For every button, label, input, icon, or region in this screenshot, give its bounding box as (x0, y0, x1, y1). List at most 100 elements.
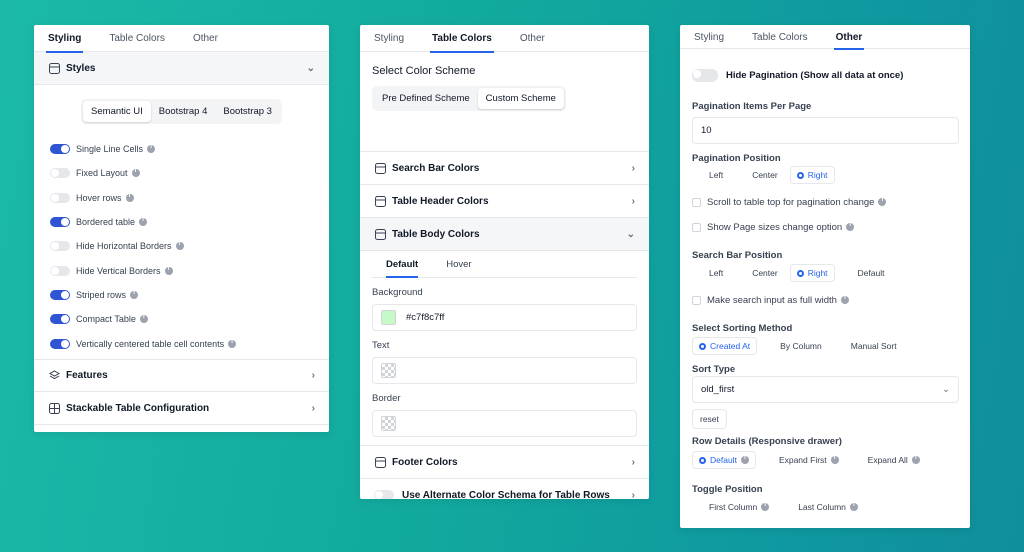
sort-manual-option[interactable]: Manual Sort (834, 338, 903, 354)
chevron-down-icon: ⌄ (942, 384, 950, 395)
search-right-option[interactable]: Right (789, 264, 835, 282)
tab-default[interactable]: Default (386, 251, 419, 278)
framework-bootstrap-3[interactable]: Bootstrap 3 (215, 101, 280, 122)
tab-styling[interactable]: Styling (694, 25, 738, 49)
table-icon (374, 228, 386, 240)
text-swatch[interactable] (381, 363, 396, 378)
info-icon (139, 314, 148, 324)
text-color-field[interactable] (372, 357, 637, 384)
sort-type-select[interactable]: old_first ⌄ (692, 376, 959, 403)
info-icon (846, 222, 855, 231)
framework-selector-row: Semantic UI Bootstrap 4 Bootstrap 3 (34, 85, 329, 137)
alternate-colors-section[interactable]: Use Alternate Color Schema for Table Row… (360, 479, 649, 499)
border-swatch[interactable] (381, 416, 396, 431)
features-label: Features (66, 370, 108, 381)
framework-semantic-ui[interactable]: Semantic UI (83, 100, 151, 122)
style-toggle-row[interactable]: Fixed Layout (34, 161, 329, 185)
toggle-switch[interactable] (50, 168, 70, 179)
tab-styling[interactable]: Styling (374, 25, 418, 52)
toggle-label: Hover rows (76, 192, 122, 203)
background-color-field[interactable]: #c7f8c7ff (372, 304, 637, 331)
tab-bar: Styling Table Colors Other (360, 25, 649, 53)
items-per-page-value: 10 (701, 125, 712, 136)
style-toggle-row[interactable]: Hover rows (34, 186, 329, 210)
sort-created-at-option[interactable]: Created At (692, 337, 758, 355)
row-details-label: Row Details (Responsive drawer) (692, 436, 842, 447)
row-details-expand-all-option[interactable]: Expand All (851, 452, 926, 468)
search-bar-colors-label: Search Bar Colors (392, 162, 480, 174)
sort-type-label: Sort Type (692, 364, 736, 375)
style-toggle-row[interactable]: Compact Table (34, 307, 329, 331)
toggle-switch[interactable] (50, 289, 70, 300)
toggle-first-column-option[interactable]: First Column (692, 499, 775, 515)
tab-other[interactable]: Other (193, 25, 232, 52)
alternate-colors-toggle[interactable] (374, 490, 394, 499)
border-color-field[interactable] (372, 410, 637, 437)
style-toggle-row[interactable]: Hide Vertical Borders (34, 258, 329, 282)
row-details-default-option[interactable]: Default (692, 451, 756, 469)
toggle-switch[interactable] (50, 314, 70, 325)
page-sizes-checkbox[interactable] (692, 222, 701, 232)
search-bar-colors-section[interactable]: Search Bar Colors › (360, 152, 649, 185)
pagination-center-option[interactable]: Center (735, 167, 784, 183)
style-toggle-row[interactable]: Hide Horizontal Borders (34, 234, 329, 258)
sort-by-column-option[interactable]: By Column (763, 338, 828, 354)
toggle-switch[interactable] (50, 265, 70, 276)
features-section[interactable]: Features › (34, 359, 329, 392)
full-width-checkbox[interactable] (692, 295, 701, 305)
toggle-switch[interactable] (50, 217, 70, 228)
scheme-predefined[interactable]: Pre Defined Scheme (374, 88, 478, 109)
row-details-expand-first-option[interactable]: Expand First (762, 452, 845, 468)
full-width-option[interactable]: Make search input as full width (680, 290, 849, 310)
chevron-down-icon: ⌄ (626, 228, 635, 240)
background-label: Background (372, 287, 423, 298)
text-label: Text (372, 340, 390, 351)
styles-section-header[interactable]: Styles ⌄ (34, 52, 329, 85)
info-icon (131, 168, 140, 178)
toggle-label: Hide Vertical Borders (76, 265, 161, 276)
search-default-option[interactable]: Default (841, 265, 891, 281)
search-center-option[interactable]: Center (735, 265, 784, 281)
alternate-colors-label: Use Alternate Color Schema for Table Row… (402, 489, 610, 500)
tab-table-colors[interactable]: Table Colors (752, 25, 822, 49)
background-swatch[interactable] (381, 310, 396, 325)
toggle-label: Vertically centered table cell contents (76, 338, 225, 349)
tab-table-colors[interactable]: Table Colors (430, 25, 506, 53)
sorting-group: Created At By Column Manual Sort (680, 337, 903, 355)
page-sizes-option[interactable]: Show Page sizes change option (680, 217, 855, 237)
info-icon (878, 197, 887, 206)
framework-bootstrap-4[interactable]: Bootstrap 4 (151, 101, 216, 122)
hide-pagination-toggle[interactable] (692, 69, 718, 82)
pagination-left-option[interactable]: Left (692, 167, 729, 183)
style-toggle-row[interactable]: Vertically centered table cell contents (34, 331, 329, 355)
tab-styling[interactable]: Styling (45, 25, 95, 53)
pagination-right-option[interactable]: Right (789, 166, 835, 184)
toggle-switch[interactable] (50, 192, 70, 203)
toggle-switch[interactable] (50, 144, 70, 155)
info-icon (147, 144, 156, 154)
header-colors-section[interactable]: Table Header Colors › (360, 185, 649, 218)
search-left-option[interactable]: Left (692, 265, 729, 281)
toggle-switch[interactable] (50, 338, 70, 349)
tab-table-colors[interactable]: Table Colors (109, 25, 179, 52)
toggle-switch[interactable] (50, 241, 70, 252)
stackable-section[interactable]: Stackable Table Configuration › (34, 392, 329, 425)
reset-button[interactable]: reset (692, 409, 727, 429)
scheme-custom[interactable]: Custom Scheme (477, 88, 564, 109)
tab-other[interactable]: Other (833, 25, 877, 50)
body-colors-section[interactable]: Table Body Colors ⌄ (360, 218, 649, 251)
items-per-page-input[interactable]: 10 (692, 117, 959, 144)
info-icon (911, 455, 920, 464)
sorting-label: Select Sorting Method (692, 323, 793, 334)
toggle-last-column-option[interactable]: Last Column (781, 499, 864, 515)
style-toggle-row[interactable]: Single Line Cells (34, 137, 329, 161)
search-position-group: Left Center Right Default (680, 264, 890, 282)
scroll-top-checkbox[interactable] (692, 197, 701, 207)
toggle-label: Bordered table (76, 217, 136, 228)
footer-colors-section[interactable]: Footer Colors › (360, 446, 649, 479)
style-toggle-row[interactable]: Bordered table (34, 210, 329, 234)
style-toggle-row[interactable]: Striped rows (34, 283, 329, 307)
tab-hover[interactable]: Hover (446, 259, 471, 270)
scroll-top-option[interactable]: Scroll to table top for pagination chang… (680, 192, 887, 212)
tab-other[interactable]: Other (520, 25, 559, 52)
